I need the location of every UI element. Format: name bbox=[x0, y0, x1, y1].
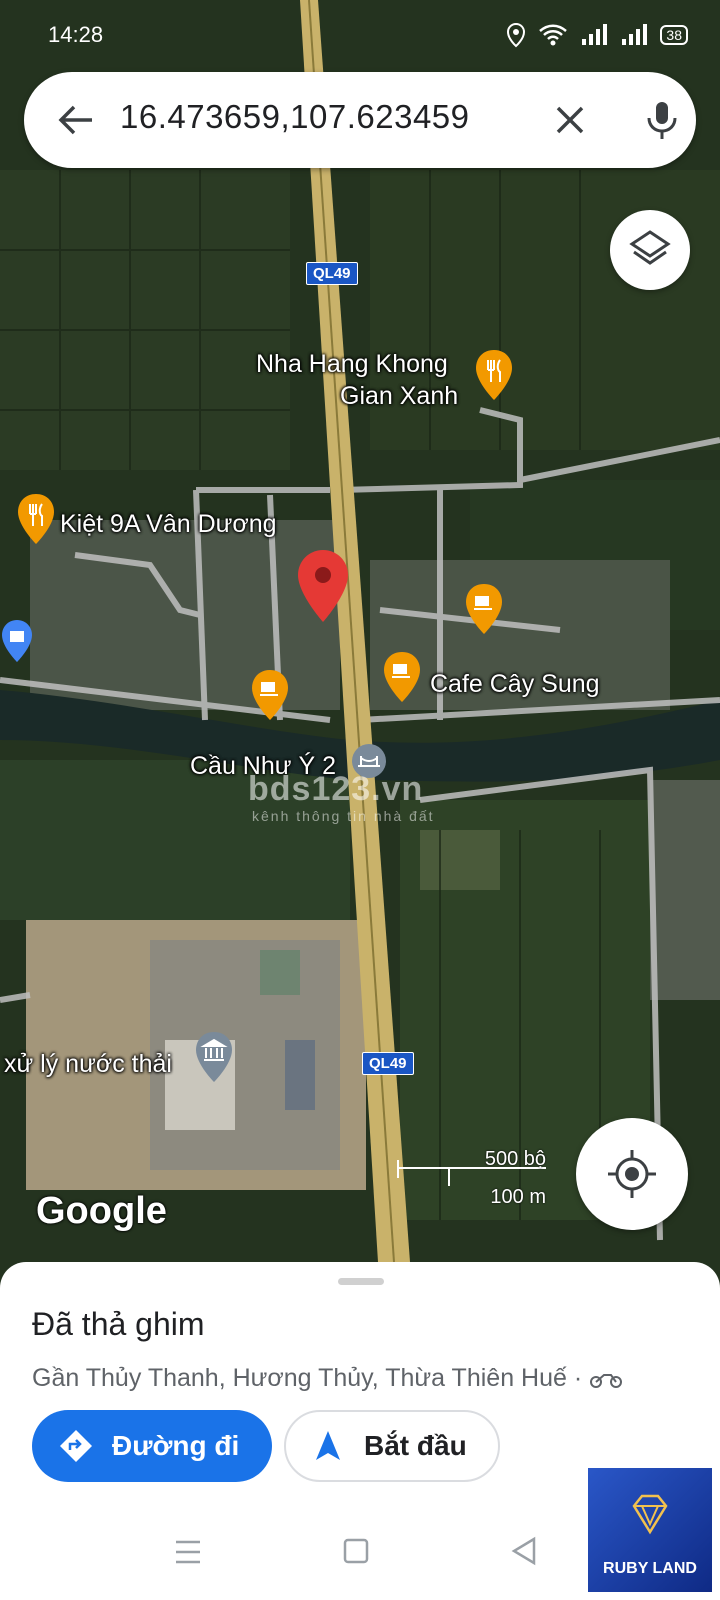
google-logo: Google bbox=[36, 1190, 167, 1232]
home-icon[interactable] bbox=[340, 1538, 372, 1566]
close-icon[interactable] bbox=[544, 94, 596, 146]
wifi-icon bbox=[539, 24, 568, 46]
status-icons: 38 bbox=[506, 22, 688, 48]
shopping-pin-icon[interactable] bbox=[0, 618, 34, 664]
start-navigation-button[interactable]: Bắt đầu bbox=[284, 1410, 500, 1482]
scale-top-label: 500 bộ bbox=[484, 1148, 546, 1170]
poi-restaurant-label-line2: Gian Xanh bbox=[340, 382, 459, 410]
layers-icon bbox=[629, 230, 671, 265]
location-icon bbox=[507, 22, 526, 48]
sheet-title: Đã thả ghim bbox=[32, 1306, 205, 1342]
ruby-land-text: RUBY LAND bbox=[603, 1560, 697, 1577]
restaurant-pin-icon-2[interactable] bbox=[16, 492, 56, 546]
restaurant-pin-icon[interactable] bbox=[474, 348, 514, 402]
search-bar[interactable]: 16.473659,107.623459 bbox=[24, 72, 696, 168]
search-query[interactable]: 16.473659,107.623459 bbox=[120, 98, 470, 136]
ruby-land-logo: RUBY LAND bbox=[588, 1468, 712, 1592]
watermark: bds123.vn bbox=[248, 770, 424, 808]
route-shield-ql49: QL49 bbox=[306, 262, 358, 285]
sheet-address-text: Gần Thủy Thanh, Hương Thủy, Thừa Thiên H… bbox=[32, 1364, 583, 1392]
cafe-pin-icon[interactable] bbox=[464, 582, 504, 636]
status-time: 14:28 bbox=[48, 22, 104, 47]
watermark-subtitle: kênh thông tin nhà đất bbox=[252, 808, 435, 824]
my-location-icon bbox=[608, 1150, 656, 1198]
ruby-gem-icon bbox=[632, 1494, 668, 1535]
sheet-drag-handle[interactable] bbox=[338, 1278, 384, 1285]
directions-button[interactable]: Đường đi bbox=[32, 1410, 272, 1482]
directions-icon bbox=[60, 1430, 92, 1462]
back-icon[interactable] bbox=[508, 1536, 540, 1566]
route-shield-ql49-south: QL49 bbox=[362, 1052, 414, 1075]
scale-bar: 500 bộ 100 m bbox=[398, 1148, 546, 1208]
signal-icon bbox=[582, 24, 608, 45]
motorbike-icon bbox=[590, 1374, 623, 1389]
layers-button[interactable] bbox=[610, 210, 690, 290]
government-pin-icon[interactable] bbox=[194, 1030, 234, 1084]
menu-icon[interactable] bbox=[172, 1538, 204, 1566]
directions-label: Đường đi bbox=[112, 1430, 240, 1461]
status-bar: 14:28 38 bbox=[0, 0, 720, 70]
poi-cafe-label[interactable]: Cafe Cây Sung bbox=[430, 670, 600, 699]
scale-bottom-label: 100 m bbox=[490, 1186, 546, 1208]
back-arrow-icon[interactable] bbox=[52, 96, 100, 144]
sheet-address: Gần Thủy Thanh, Hương Thủy, Thừa Thiên H… bbox=[32, 1364, 623, 1393]
navigation-arrow-icon bbox=[316, 1431, 340, 1460]
cafe-pin-icon-3[interactable] bbox=[250, 668, 290, 722]
poi-kiet-label[interactable]: Kiệt 9A Vân Dương bbox=[60, 510, 277, 539]
dropped-pin-icon[interactable] bbox=[296, 548, 350, 624]
battery-icon: 38 bbox=[660, 25, 688, 45]
cafe-pin-icon-2[interactable] bbox=[382, 650, 422, 704]
poi-plant-label[interactable]: xử lý nước thải bbox=[4, 1050, 172, 1079]
start-label: Bắt đầu bbox=[364, 1430, 467, 1461]
my-location-button[interactable] bbox=[576, 1118, 688, 1230]
poi-restaurant-label-line1: Nha Hang Khong bbox=[256, 350, 448, 378]
microphone-icon[interactable] bbox=[636, 94, 688, 146]
signal-icon-2 bbox=[622, 24, 648, 45]
poi-restaurant-label[interactable]: Nha Hang Khong Gian Xanh bbox=[256, 348, 458, 412]
